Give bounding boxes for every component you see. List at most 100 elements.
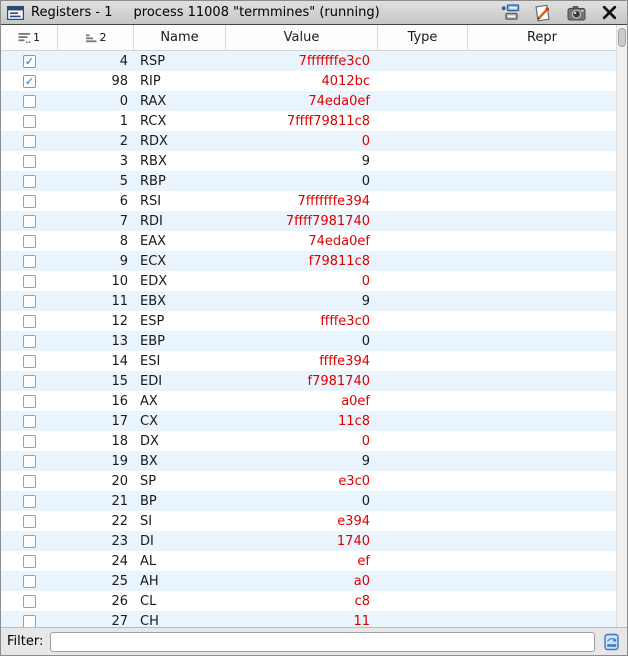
register-value: ef <box>357 554 370 569</box>
register-row[interactable]: ✓ 25 AH a0 <box>1 571 616 591</box>
register-number: 21 <box>111 494 128 509</box>
close-icon[interactable] <box>599 4 619 22</box>
favorite-checkbox[interactable]: ✓ <box>23 615 36 628</box>
favorite-checkbox[interactable]: ✓ <box>23 75 36 88</box>
register-row[interactable]: ✓ 24 AL ef <box>1 551 616 571</box>
register-row[interactable]: ✓ 14 ESI ffffe394 <box>1 351 616 371</box>
register-row[interactable]: ✓ 21 BP 0 <box>1 491 616 511</box>
register-number: 18 <box>111 434 128 449</box>
register-row[interactable]: ✓ 16 AX a0ef <box>1 391 616 411</box>
filter-options-icon[interactable] <box>602 632 621 651</box>
register-name: DX <box>140 434 159 449</box>
favorite-checkbox[interactable]: ✓ <box>23 515 36 528</box>
register-row[interactable]: ✓ 18 DX 0 <box>1 431 616 451</box>
favorite-checkbox[interactable]: ✓ <box>23 475 36 488</box>
register-row[interactable]: ✓ 0 RAX 74eda0ef <box>1 91 616 111</box>
register-number: 24 <box>111 554 128 569</box>
register-row[interactable]: ✓ 5 RBP 0 <box>1 171 616 191</box>
filter-label: Filter: <box>7 634 43 649</box>
register-value: 7fffffffe3c0 <box>299 54 370 69</box>
register-name: RBX <box>140 154 167 169</box>
register-name: CH <box>140 614 159 628</box>
register-row[interactable]: ✓ 8 EAX 74eda0ef <box>1 231 616 251</box>
favorite-checkbox[interactable]: ✓ <box>23 135 36 148</box>
favorite-checkbox[interactable]: ✓ <box>23 555 36 568</box>
register-row[interactable]: ✓ 15 EDI f7981740 <box>1 371 616 391</box>
favorite-checkbox[interactable]: ✓ <box>23 255 36 268</box>
register-row[interactable]: ✓ 2 RDX 0 <box>1 131 616 151</box>
registers-window: Registers - 1 process 11008 "termmines" … <box>0 0 628 656</box>
register-row[interactable]: ✓ 12 ESP ffffe3c0 <box>1 311 616 331</box>
favorite-checkbox[interactable]: ✓ <box>23 175 36 188</box>
favorite-checkbox[interactable]: ✓ <box>23 295 36 308</box>
register-row[interactable]: ✓ 7 RDI 7ffff7981740 <box>1 211 616 231</box>
register-value: 0 <box>362 274 370 289</box>
register-row[interactable]: ✓ 1 RCX 7ffff79811c8 <box>1 111 616 131</box>
register-row[interactable]: ✓ 26 CL c8 <box>1 591 616 611</box>
column-header-name[interactable]: Name <box>134 25 226 50</box>
register-rows: ✓ 4 RSP 7fffffffe3c0 ✓ 98 RIP 4012bc ✓ 0… <box>1 51 616 627</box>
register-row[interactable]: ✓ 3 RBX 9 <box>1 151 616 171</box>
register-row[interactable]: ✓ 98 RIP 4012bc <box>1 71 616 91</box>
column-header-type[interactable]: Type <box>378 25 468 50</box>
camera-icon[interactable] <box>566 4 586 22</box>
sort-descending-icon <box>18 32 32 44</box>
favorite-checkbox[interactable]: ✓ <box>23 415 36 428</box>
register-row[interactable]: ✓ 19 BX 9 <box>1 451 616 471</box>
favorite-checkbox[interactable]: ✓ <box>23 355 36 368</box>
register-value: 7ffff79811c8 <box>287 114 370 129</box>
favorite-checkbox[interactable]: ✓ <box>23 235 36 248</box>
favorite-checkbox[interactable]: ✓ <box>23 595 36 608</box>
favorite-checkbox[interactable]: ✓ <box>23 275 36 288</box>
register-row[interactable]: ✓ 6 RSI 7fffffffe394 <box>1 191 616 211</box>
register-row[interactable]: ✓ 27 CH 11 <box>1 611 616 627</box>
column-header-favorite[interactable]: 1 <box>1 25 58 50</box>
register-name: EDI <box>140 374 162 389</box>
register-value: f7981740 <box>308 374 370 389</box>
column-header-repr[interactable]: Repr <box>468 25 616 50</box>
favorite-checkbox[interactable]: ✓ <box>23 375 36 388</box>
register-value: a0 <box>354 574 370 589</box>
register-name: ESP <box>140 314 164 329</box>
favorite-checkbox[interactable]: ✓ <box>23 155 36 168</box>
favorite-checkbox[interactable]: ✓ <box>23 95 36 108</box>
register-row[interactable]: ✓ 9 ECX f79811c8 <box>1 251 616 271</box>
register-value: 7ffff7981740 <box>286 214 370 229</box>
favorite-checkbox[interactable]: ✓ <box>23 535 36 548</box>
register-row[interactable]: ✓ 17 CX 11c8 <box>1 411 616 431</box>
favorite-checkbox[interactable]: ✓ <box>23 55 36 68</box>
register-number: 6 <box>120 194 128 209</box>
register-row[interactable]: ✓ 4 RSP 7fffffffe3c0 <box>1 51 616 71</box>
favorite-checkbox[interactable]: ✓ <box>23 195 36 208</box>
stacked-rows-icon[interactable] <box>500 4 520 22</box>
register-value: c8 <box>355 594 370 609</box>
register-name: AX <box>140 394 158 409</box>
column-header-value[interactable]: Value <box>226 25 378 50</box>
favorite-checkbox[interactable]: ✓ <box>23 335 36 348</box>
favorite-checkbox[interactable]: ✓ <box>23 455 36 468</box>
favorite-checkbox[interactable]: ✓ <box>23 435 36 448</box>
favorite-checkbox[interactable]: ✓ <box>23 215 36 228</box>
favorite-checkbox[interactable]: ✓ <box>23 575 36 588</box>
scrollbar-thumb[interactable] <box>618 28 626 47</box>
register-number: 3 <box>120 154 128 169</box>
register-row[interactable]: ✓ 11 EBX 9 <box>1 291 616 311</box>
register-value: 9 <box>362 454 370 469</box>
favorite-checkbox[interactable]: ✓ <box>23 115 36 128</box>
column-header-number[interactable]: 2 <box>58 25 134 50</box>
favorite-checkbox[interactable]: ✓ <box>23 495 36 508</box>
filter-input[interactable] <box>50 632 595 652</box>
register-value: 0 <box>362 494 370 509</box>
favorite-checkbox[interactable]: ✓ <box>23 395 36 408</box>
vertical-scrollbar[interactable] <box>616 25 627 627</box>
edit-pencil-icon[interactable] <box>533 4 553 22</box>
favorite-checkbox[interactable]: ✓ <box>23 315 36 328</box>
register-row[interactable]: ✓ 22 SI e394 <box>1 511 616 531</box>
register-value: 11 <box>353 614 370 628</box>
register-row[interactable]: ✓ 20 SP e3c0 <box>1 471 616 491</box>
register-name: AH <box>140 574 159 589</box>
register-name: CX <box>140 414 158 429</box>
register-row[interactable]: ✓ 13 EBP 0 <box>1 331 616 351</box>
register-row[interactable]: ✓ 10 EDX 0 <box>1 271 616 291</box>
register-row[interactable]: ✓ 23 DI 1740 <box>1 531 616 551</box>
